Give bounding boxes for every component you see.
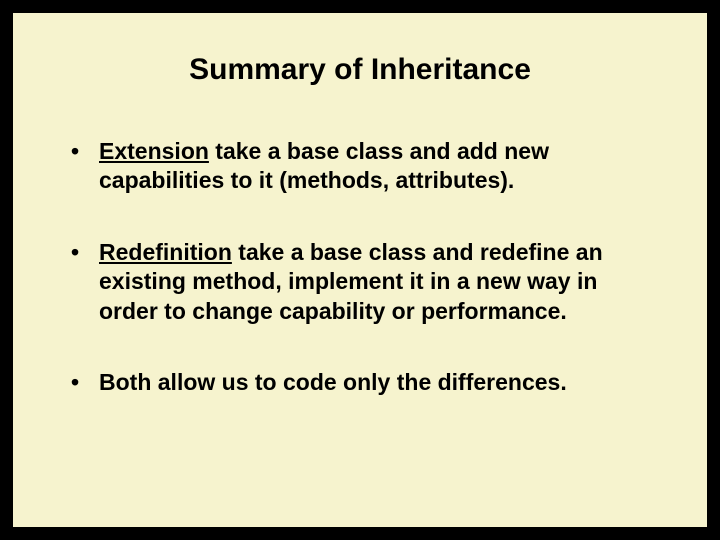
bullet-text: Both allow us to code only the differenc…	[99, 369, 567, 395]
list-item: Both allow us to code only the differenc…	[63, 368, 657, 397]
bullet-keyword: Extension	[99, 138, 209, 164]
slide-title: Summary of Inheritance	[63, 53, 657, 87]
slide-body: Summary of Inheritance Extension take a …	[10, 10, 710, 530]
list-item: Redefinition take a base class and redef…	[63, 238, 657, 326]
bullet-list: Extension take a base class and add new …	[63, 137, 657, 398]
bullet-keyword: Redefinition	[99, 239, 232, 265]
slide-frame: Summary of Inheritance Extension take a …	[0, 0, 720, 540]
list-item: Extension take a base class and add new …	[63, 137, 657, 196]
